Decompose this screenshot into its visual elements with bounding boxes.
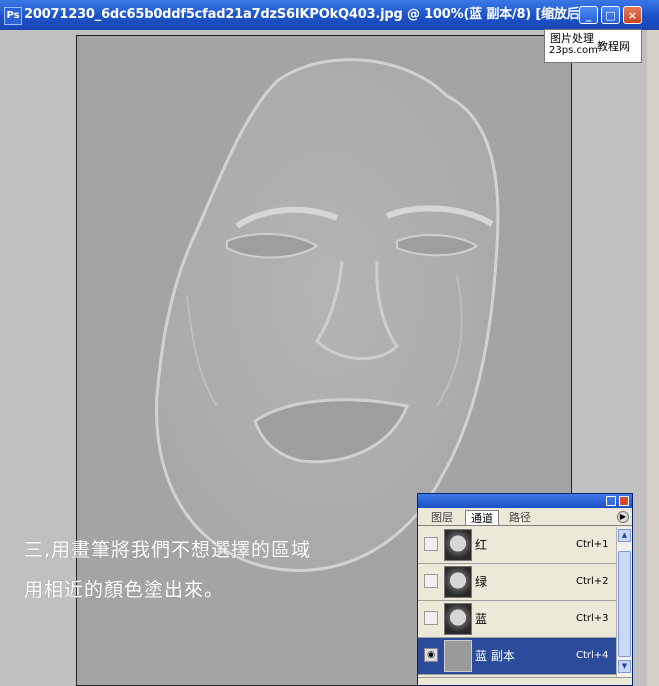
tab-channels[interactable]: 通道 bbox=[465, 510, 499, 525]
caption-line-1: 三,用畫筆將我們不想選擇的區域 bbox=[24, 539, 312, 561]
channel-shortcut: Ctrl+2 bbox=[576, 576, 609, 587]
visibility-toggle[interactable]: ◉ bbox=[424, 648, 438, 662]
channel-row-green[interactable]: 绿 Ctrl+2 bbox=[418, 564, 616, 601]
minimize-icon: _ bbox=[585, 9, 592, 22]
panel-footer bbox=[418, 677, 632, 685]
visibility-toggle[interactable] bbox=[424, 611, 438, 625]
watermark-text: 23ps.com bbox=[549, 45, 598, 56]
close-icon: × bbox=[627, 9, 638, 22]
site-watermark: 图片处理 23ps.com 教程网 bbox=[544, 29, 642, 63]
eye-icon: ◉ bbox=[427, 650, 435, 660]
channel-thumbnail bbox=[444, 566, 472, 598]
visibility-toggle[interactable] bbox=[424, 574, 438, 588]
scroll-down-button[interactable]: ▼ bbox=[618, 660, 631, 673]
tab-layers[interactable]: 图层 bbox=[426, 510, 458, 525]
channel-shortcut: Ctrl+4 bbox=[576, 650, 609, 661]
channel-name: 蓝 bbox=[475, 612, 488, 626]
channels-panel[interactable]: 图层 通道 路径 ▶ 红 Ctrl+1 绿 Ctrl+2 蓝 Ctrl+3 ◉ … bbox=[417, 493, 633, 686]
minimize-button[interactable]: _ bbox=[579, 6, 598, 24]
maximize-button[interactable]: □ bbox=[601, 6, 620, 24]
panel-minimize-button[interactable] bbox=[606, 496, 616, 506]
channel-thumbnail bbox=[444, 603, 472, 635]
channel-name: 绿 bbox=[475, 575, 488, 589]
caption-line-2: 用相近的顏色塗出來。 bbox=[24, 579, 225, 601]
channel-thumbnail bbox=[444, 640, 472, 672]
panel-title-bar[interactable] bbox=[418, 494, 632, 508]
channel-name: 红 bbox=[475, 538, 488, 552]
maximize-icon: □ bbox=[605, 9, 616, 22]
panel-close-button[interactable] bbox=[619, 496, 629, 506]
channel-row-blue[interactable]: 蓝 Ctrl+3 bbox=[418, 601, 616, 638]
panel-tabs: 图层 通道 路径 bbox=[418, 508, 632, 526]
window-scrollbar[interactable] bbox=[647, 30, 659, 686]
channel-shortcut: Ctrl+3 bbox=[576, 613, 609, 624]
panel-menu-button[interactable]: ▶ bbox=[617, 511, 629, 523]
channel-row-blue-copy[interactable]: ◉ 蓝 副本 Ctrl+4 bbox=[418, 638, 616, 675]
chevron-down-icon: ▼ bbox=[621, 662, 628, 670]
close-button[interactable]: × bbox=[623, 6, 642, 24]
channel-thumbnail bbox=[444, 529, 472, 561]
panel-scrollbar[interactable]: ▲ ▼ bbox=[616, 527, 632, 677]
channel-shortcut: Ctrl+1 bbox=[576, 539, 609, 550]
channel-row-red[interactable]: 红 Ctrl+1 bbox=[418, 527, 616, 564]
title-bar[interactable]: Ps 20071230_6dc65b0ddf5cfad21a7dzS6IKPOk… bbox=[0, 0, 659, 30]
window-title: 20071230_6dc65b0ddf5cfad21a7dzS6IKPOkQ40… bbox=[24, 7, 586, 22]
channel-name: 蓝 副本 bbox=[475, 649, 515, 663]
arrow-right-icon: ▶ bbox=[619, 512, 627, 521]
scroll-up-button[interactable]: ▲ bbox=[618, 529, 631, 542]
scroll-thumb[interactable] bbox=[618, 551, 631, 657]
channel-list: 红 Ctrl+1 绿 Ctrl+2 蓝 Ctrl+3 ◉ 蓝 副本 Ctrl+4 bbox=[418, 527, 616, 677]
chevron-up-icon: ▲ bbox=[621, 531, 628, 539]
tab-paths[interactable]: 路径 bbox=[504, 510, 536, 525]
watermark-text: 图片处理 bbox=[550, 32, 594, 45]
photoshop-icon: Ps bbox=[4, 7, 22, 25]
visibility-toggle[interactable] bbox=[424, 537, 438, 551]
watermark-text: 教程网 bbox=[597, 40, 630, 53]
